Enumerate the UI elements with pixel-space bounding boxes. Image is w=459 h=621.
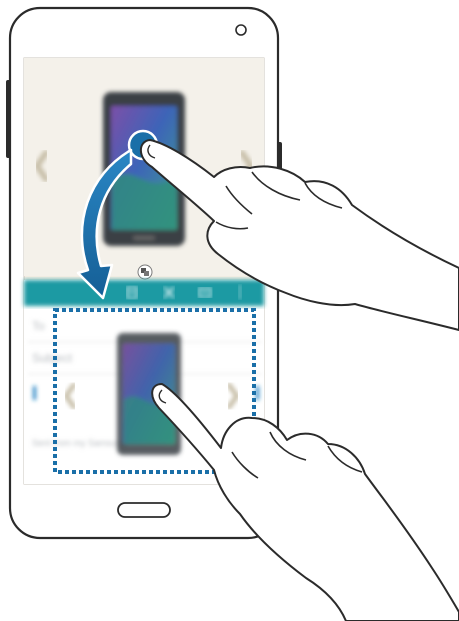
- to-field-label[interactable]: To: [32, 319, 45, 333]
- subject-field-label[interactable]: Subject: [32, 351, 73, 365]
- email-signature: Sent from my Samsung: [32, 438, 126, 448]
- window-divider-handle[interactable]: [137, 264, 153, 280]
- device-screen: To Subject Sent from my Samsung: [23, 57, 265, 485]
- illustration: To Subject Sent from my Samsung: [6, 6, 459, 621]
- attachment-indicator: [33, 386, 36, 400]
- more-icon[interactable]: [238, 285, 242, 299]
- email-toolbar: [24, 280, 264, 306]
